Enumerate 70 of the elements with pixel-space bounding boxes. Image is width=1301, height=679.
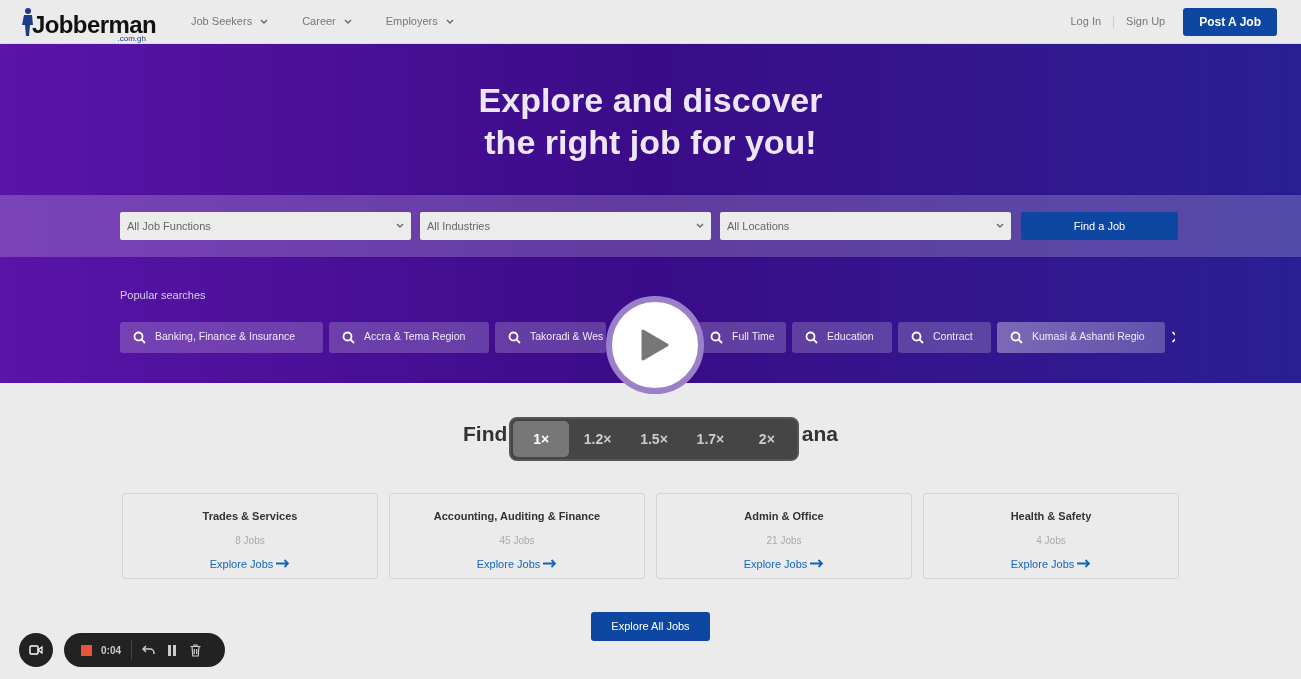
person-icon	[20, 6, 34, 37]
chevron-down-icon	[696, 223, 704, 229]
category-card[interactable]: Health & Safety 4 Jobs Explore Jobs	[923, 493, 1179, 579]
section-title: ana	[801, 421, 838, 446]
arrow-right-icon	[543, 559, 558, 569]
search-icon	[805, 330, 818, 344]
filter-dropdown[interactable]: All Industries	[420, 212, 711, 240]
chevron-down-icon	[260, 18, 269, 25]
arrow-right-icon	[276, 559, 291, 569]
popular-search-chip[interactable]: Kumasi & Ashanti Regio	[997, 321, 1165, 353]
camera-button[interactable]	[19, 633, 53, 667]
speed-option[interactable]: 1.7×	[682, 421, 739, 457]
speed-option[interactable]: 1.2×	[569, 421, 626, 457]
hero-title: the right job for you!	[484, 122, 817, 163]
hero-title: Explore and discover	[478, 80, 823, 121]
popular-search-chip[interactable]: Takoradi & Wes	[495, 321, 606, 353]
explore-jobs-link[interactable]: Explore Jobs	[476, 555, 558, 572]
undo-icon[interactable]	[142, 644, 155, 656]
popular-search-chip[interactable]: Education	[792, 321, 892, 353]
category-card[interactable]: Admin & Office 21 Jobs Explore Jobs	[656, 493, 912, 579]
popular-search-chip[interactable]: Full Time	[697, 321, 786, 353]
explore-jobs-link[interactable]: Explore Jobs	[209, 555, 291, 572]
search-icon	[710, 330, 723, 344]
post-job-button[interactable]: Post A Job	[1183, 7, 1277, 36]
filter-dropdown[interactable]: All Locations	[720, 212, 1011, 240]
category-card[interactable]: Trades & Services 8 Jobs Explore Jobs	[122, 493, 378, 579]
chevron-down-icon	[996, 223, 1004, 229]
pause-icon[interactable]	[167, 644, 177, 656]
section-title: Find	[463, 421, 508, 446]
speed-option[interactable]: 2×	[738, 421, 796, 457]
nav-menu[interactable]: Job Seekers	[191, 13, 269, 30]
job-count: 45 Jobs	[499, 533, 535, 548]
speed-option[interactable]: 1×	[513, 421, 570, 457]
recording-timer: 0:04	[101, 643, 121, 658]
search-icon	[911, 330, 924, 344]
category-title: Accounting, Auditing & Finance	[433, 509, 601, 524]
category-card[interactable]: Accounting, Auditing & Finance 45 Jobs Explore Jobs	[389, 493, 645, 579]
search-icon	[508, 330, 521, 344]
search-icon	[133, 330, 146, 344]
trash-icon[interactable]	[190, 643, 201, 657]
find-job-button[interactable]: Find a Job	[1021, 212, 1178, 240]
popular-searches-label: Popular searches	[120, 288, 207, 303]
play-icon	[641, 329, 669, 361]
arrow-right-icon	[810, 559, 825, 569]
explore-all-jobs-button[interactable]: Explore All Jobs	[591, 612, 710, 641]
search-icon	[342, 330, 355, 344]
nav-link[interactable]: Log In	[1070, 13, 1102, 30]
chevron-down-icon	[445, 18, 454, 25]
job-count: 4 Jobs	[1036, 533, 1066, 548]
popular-search-chip[interactable]: Contract	[898, 321, 991, 353]
filter-dropdown[interactable]: All Job Functions	[120, 212, 411, 240]
explore-jobs-link[interactable]: Explore Jobs	[743, 555, 825, 572]
video-camera-icon	[29, 645, 43, 655]
arrow-right-icon	[1077, 559, 1092, 569]
job-count: 8 Jobs	[235, 533, 265, 548]
nav-menu[interactable]: Career	[302, 13, 352, 30]
nav-menu[interactable]: Employers	[385, 13, 454, 30]
chevron-down-icon	[396, 223, 404, 229]
explore-jobs-link[interactable]: Explore Jobs	[1010, 555, 1092, 572]
chevron-down-icon	[343, 18, 352, 25]
category-title: Trades & Services	[202, 509, 298, 524]
speed-option[interactable]: 1.5×	[625, 421, 683, 457]
job-count: 21 Jobs	[766, 533, 802, 548]
popular-search-chip[interactable]: Accra & Tema Region	[329, 321, 489, 353]
category-title: Health & Safety	[1010, 509, 1092, 524]
category-title: Admin & Office	[744, 509, 824, 524]
nav-link[interactable]: Sign Up	[1126, 13, 1166, 30]
popular-search-chip[interactable]: Banking, Finance & Insurance	[120, 321, 323, 353]
stop-icon[interactable]	[81, 644, 92, 656]
search-icon	[1010, 330, 1023, 344]
